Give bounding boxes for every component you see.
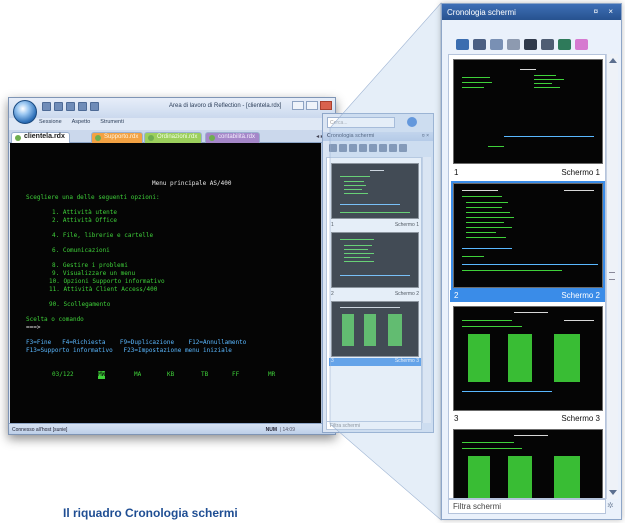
thumbnail-screen-1[interactable] [453,59,603,164]
camera-icon[interactable] [524,39,537,50]
clear-filter-icon[interactable]: ✲ [607,501,617,511]
thumbnail-caption-3[interactable]: 3 Schermo 3 [450,413,605,425]
thumbnail-caption-2[interactable]: 2 Schermo 2 [450,290,605,302]
thumbnail-screen-4[interactable] [453,429,603,498]
pane-header: Cronologia schermi ¤ × [442,4,621,20]
scroll-grip-icon[interactable] [609,272,615,280]
send-icon[interactable] [507,39,520,50]
pane-toolbar [456,39,588,50]
save-icon[interactable] [473,39,486,50]
document-icon[interactable] [541,39,554,50]
filter-screens-input[interactable]: Filtra schermi [448,499,606,514]
thumbnail-caption-1[interactable]: 1 Schermo 1 [450,167,605,179]
recycle-icon[interactable] [558,39,571,50]
thumbnail-scrollbar[interactable] [606,54,618,499]
screen-capture-icon[interactable] [456,39,469,50]
thumbnail-list[interactable]: 1 Schermo 1 2 Schermo 2 3 Schermo 3 [448,54,606,499]
thumbnail-screen-3[interactable] [453,306,603,411]
pane-title: Cronologia schermi [447,8,516,17]
eraser-icon[interactable] [575,39,588,50]
screen-history-pane: Cronologia schermi ¤ × 1 Schermo 1 2 Sch… [441,3,622,520]
scroll-down-icon[interactable] [609,490,617,495]
scroll-up-icon[interactable] [609,58,617,63]
pin-close-icon[interactable]: ¤ × [594,7,617,16]
thumbnail-screen-2[interactable] [451,181,605,290]
application-orb-icon[interactable] [13,100,37,124]
copy-screens-icon[interactable] [490,39,503,50]
figure-caption: Il riquadro Cronologia schermi [63,506,238,520]
